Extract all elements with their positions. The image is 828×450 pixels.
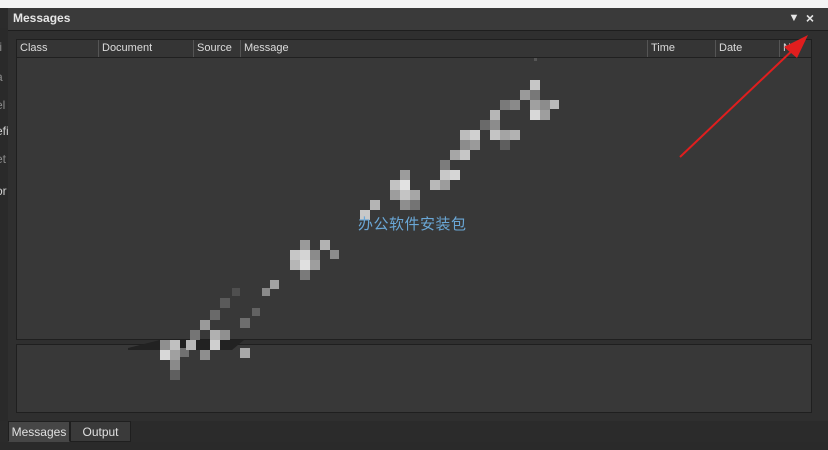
bottom-window-strip: [0, 442, 828, 450]
panel-tab-strip: Messages Output: [8, 421, 828, 442]
left-fragment: et: [0, 152, 7, 166]
column-header-time[interactable]: Time: [647, 40, 715, 57]
column-header-date[interactable]: Date: [715, 40, 779, 57]
message-detail-pane[interactable]: [16, 344, 812, 413]
top-window-strip: [0, 0, 828, 8]
tab-messages[interactable]: Messages: [8, 421, 70, 442]
panel-close-icon[interactable]: ×: [803, 11, 817, 25]
left-fragment: efi: [0, 124, 8, 138]
column-header-class[interactable]: Class: [17, 40, 98, 57]
messages-panel: Messages ▼ × Class Document Source Messa…: [8, 8, 828, 421]
column-header-message[interactable]: Message: [240, 40, 647, 57]
panel-title-bar[interactable]: Messages ▼ ×: [8, 8, 828, 31]
column-header-source[interactable]: Source: [193, 40, 240, 57]
messages-grid[interactable]: Class Document Source Message Time Date …: [16, 39, 812, 340]
panel-menu-dropdown-icon[interactable]: ▼: [787, 11, 801, 25]
tab-output[interactable]: Output: [70, 421, 131, 442]
left-fragment: a: [0, 70, 3, 84]
left-panel-sliver: ti a el efi et or: [0, 28, 8, 421]
left-fragment: ti: [0, 40, 2, 54]
left-fragment: or: [0, 184, 7, 198]
grid-header: Class Document Source Message Time Date …: [17, 40, 811, 58]
panel-title: Messages: [13, 11, 71, 25]
column-header-document[interactable]: Document: [98, 40, 193, 57]
left-fragment: el: [0, 98, 6, 112]
column-header-number[interactable]: No.: [779, 40, 811, 57]
